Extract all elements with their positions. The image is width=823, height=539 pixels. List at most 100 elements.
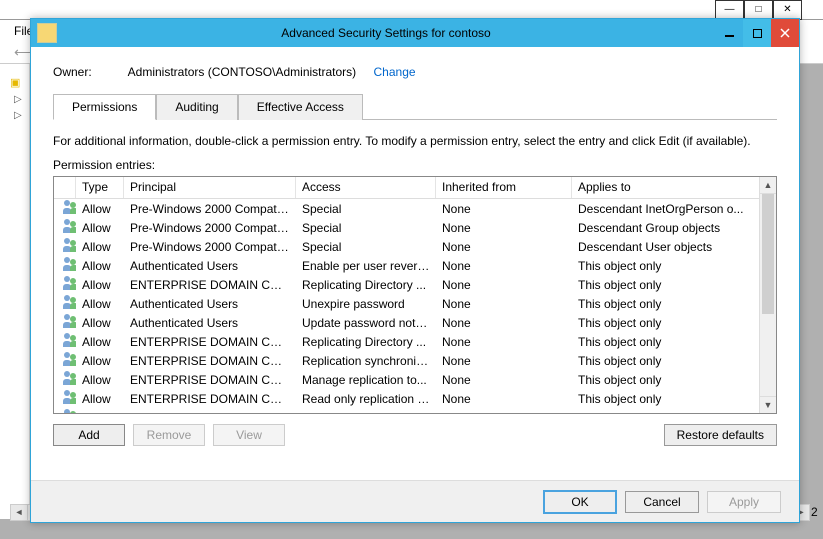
cell-applies: This object only	[572, 411, 759, 414]
cell-inherited: None	[436, 354, 572, 368]
tab-strip: Permissions Auditing Effective Access	[53, 93, 777, 120]
cell-principal: Pre-Windows 2000 Compatib...	[124, 221, 296, 235]
principal-group-icon	[64, 257, 76, 271]
parent-tree-expand-icon[interactable]: ▷	[14, 110, 22, 121]
maximize-button[interactable]	[743, 19, 771, 47]
col-inherited-from[interactable]: Inherited from	[436, 177, 572, 198]
cell-applies: This object only	[572, 297, 759, 311]
cell-applies: Descendant User objects	[572, 240, 759, 254]
principal-group-icon	[64, 238, 76, 252]
restore-defaults-button[interactable]: Restore defaults	[664, 424, 777, 446]
dialog-titlebar[interactable]: Advanced Security Settings for contoso	[31, 19, 799, 47]
cell-inherited: None	[436, 316, 572, 330]
dialog-title: Advanced Security Settings for contoso	[57, 26, 715, 40]
cell-inherited: None	[436, 411, 572, 414]
scroll-left-icon[interactable]: ◄	[11, 505, 28, 520]
cell-principal: Authenticated Users	[124, 259, 296, 273]
table-row[interactable]: AllowAuthenticated UsersUnexpire passwor…	[54, 294, 759, 313]
table-row[interactable]: AllowENTERPRISE DOMAIN CONT...Read only …	[54, 389, 759, 408]
cell-type: Allow	[76, 373, 124, 387]
cell-access: Manage replication to...	[296, 373, 436, 387]
cell-access: Special	[296, 202, 436, 216]
cell-applies: This object only	[572, 316, 759, 330]
grid-header: Type Principal Access Inherited from App…	[54, 177, 776, 199]
col-principal[interactable]: Principal	[124, 177, 296, 198]
grid-body: AllowPre-Windows 2000 Compatib...Special…	[54, 199, 759, 413]
scroll-up-icon[interactable]: ▲	[760, 177, 776, 194]
ok-button[interactable]: OK	[543, 490, 617, 514]
table-row[interactable]: AllowENTERPRISE DOMAIN CONT...Replicatin…	[54, 332, 759, 351]
change-owner-link[interactable]: Change	[374, 65, 416, 79]
principal-group-icon	[64, 371, 76, 385]
col-icon[interactable]	[54, 177, 76, 198]
owner-label: Owner:	[53, 65, 125, 79]
cell-inherited: None	[436, 278, 572, 292]
table-row[interactable]: AllowENTERPRISE DOMAIN CONT...Replicatio…	[54, 351, 759, 370]
table-row[interactable]: AllowENTERPRISE DOMAIN CONT...Replicatin…	[54, 275, 759, 294]
cell-inherited: None	[436, 373, 572, 387]
col-type[interactable]: Type	[76, 177, 124, 198]
tab-effective-access[interactable]: Effective Access	[238, 94, 363, 120]
cell-inherited: None	[436, 259, 572, 273]
cell-type: Allow	[76, 297, 124, 311]
minimize-button[interactable]	[715, 19, 743, 47]
col-applies-to[interactable]: Applies to	[572, 177, 776, 198]
owner-row: Owner: Administrators (CONTOSO\Administr…	[53, 65, 777, 79]
cell-inherited: None	[436, 221, 572, 235]
cell-access: Special	[296, 221, 436, 235]
cell-principal: Authenticated Users	[124, 297, 296, 311]
parent-minimize-icon[interactable]: —	[715, 0, 744, 20]
cell-applies: This object only	[572, 278, 759, 292]
table-row[interactable]: AllowPre-Windows 2000 Compatib...Special…	[54, 218, 759, 237]
principal-group-icon	[64, 409, 76, 413]
cell-type: Allow	[76, 259, 124, 273]
table-row[interactable]: AllowPre-Windows 2000 Compatib...Special…	[54, 199, 759, 218]
cell-type: Allow	[76, 278, 124, 292]
close-button[interactable]	[771, 19, 799, 47]
apply-button: Apply	[707, 491, 781, 513]
scroll-down-icon[interactable]: ▼	[760, 396, 776, 413]
cell-principal: ENTERPRISE DOMAIN CONT...	[124, 373, 296, 387]
col-access[interactable]: Access	[296, 177, 436, 198]
parent-status-digit: 2	[811, 505, 823, 519]
principal-group-icon	[64, 390, 76, 404]
parent-close-icon[interactable]: ✕	[773, 0, 802, 20]
table-row[interactable]: AllowPre-Windows 2000 Compatib...Special…	[54, 237, 759, 256]
parent-tree-icon[interactable]: ▣	[10, 76, 20, 89]
cell-access: Replicating Directory ...	[296, 278, 436, 292]
cell-applies: Descendant InetOrgPerson o...	[572, 202, 759, 216]
cell-applies: This object only	[572, 354, 759, 368]
cell-principal: Pre-Windows 2000 Compatib...	[124, 202, 296, 216]
cell-inherited: None	[436, 240, 572, 254]
cell-principal: ENTERPRISE DOMAIN CONT...	[124, 354, 296, 368]
scroll-thumb[interactable]	[762, 194, 774, 314]
advanced-security-dialog: Advanced Security Settings for contoso O…	[30, 18, 800, 523]
grid-v-scrollbar[interactable]: ▲ ▼	[759, 177, 776, 413]
cell-inherited: None	[436, 202, 572, 216]
parent-tree-expand-icon[interactable]: ▷	[14, 94, 22, 105]
cell-inherited: None	[436, 297, 572, 311]
cell-inherited: None	[436, 335, 572, 349]
tab-auditing[interactable]: Auditing	[156, 94, 237, 120]
permission-grid: Type Principal Access Inherited from App…	[53, 176, 777, 414]
table-row[interactable]: AllowAuthenticated UsersEnable per user …	[54, 256, 759, 275]
table-row[interactable]: AllowAuthenticated UsersSpecialNoneThis …	[54, 408, 759, 413]
table-row[interactable]: AllowENTERPRISE DOMAIN CONT...Manage rep…	[54, 370, 759, 389]
cell-applies: Descendant Group objects	[572, 221, 759, 235]
tab-permissions[interactable]: Permissions	[53, 94, 156, 120]
add-button[interactable]: Add	[53, 424, 125, 446]
cell-principal: ENTERPRISE DOMAIN CONT...	[124, 392, 296, 406]
cancel-button[interactable]: Cancel	[625, 491, 699, 513]
cell-principal: ENTERPRISE DOMAIN CONT...	[124, 335, 296, 349]
parent-maximize-icon[interactable]: □	[744, 0, 773, 20]
cell-access: Replicating Directory ...	[296, 335, 436, 349]
cell-type: Allow	[76, 392, 124, 406]
cell-type: Allow	[76, 221, 124, 235]
cell-access: Read only replication s...	[296, 392, 436, 406]
parent-sysbuttons: — □ ✕	[715, 0, 802, 20]
owner-value: Administrators (CONTOSO\Administrators)	[128, 65, 357, 79]
cell-access: Special	[296, 411, 436, 414]
cell-access: Enable per user reversi...	[296, 259, 436, 273]
table-row[interactable]: AllowAuthenticated UsersUpdate password …	[54, 313, 759, 332]
cell-applies: This object only	[572, 373, 759, 387]
